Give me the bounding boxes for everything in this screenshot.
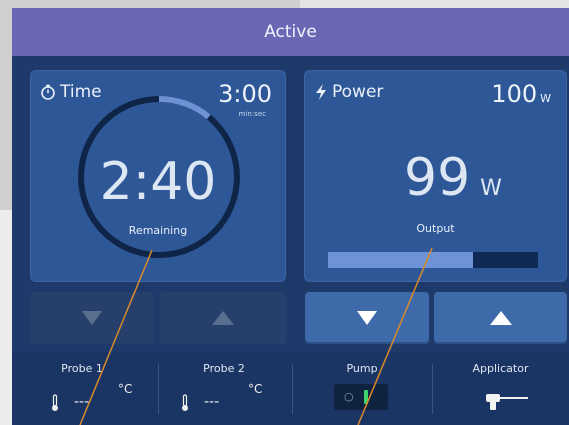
time-increase-button[interactable] [160,292,286,344]
pump-on-indicator [364,390,368,404]
probe2-value: --- [204,394,220,410]
applicator-icon [486,394,528,410]
power-decrease-button[interactable] [305,292,429,344]
pump-label: Pump [346,362,378,375]
power-output-label: Output [416,222,455,235]
probe2-unit: °C [248,382,263,396]
pump-off-indicator: ○ [344,390,354,403]
power-output-number: 99 [404,148,471,208]
applicator-section: Applicator [432,352,569,425]
power-set-value: 100 W [491,80,551,108]
power-output-bar-fill [328,252,473,268]
power-set-unit: W [540,92,551,105]
probe1-label: Probe 1 [61,362,103,375]
time-card[interactable]: Time 3:00 min:sec 2:40 Remaining [30,70,286,282]
pump-section: Pump ○ [292,352,432,425]
power-output-value: 99 W [404,148,502,208]
stopwatch-icon [41,84,55,100]
power-card-title: Power [314,82,383,102]
power-set-number: 100 [491,80,538,108]
status-footer: Probe 1 --- °C Probe 2 --- °C Pump ○ App… [12,352,569,425]
probe1-unit: °C [118,382,133,396]
lightning-icon [316,84,326,100]
power-output-unit: W [480,176,502,201]
power-output-bar [328,252,538,268]
device-screen: Active Time 3:00 min:sec 2:40 Remaining … [12,8,569,425]
power-increase-button[interactable] [434,292,567,344]
status-title: Active [264,22,317,42]
power-card[interactable]: Power 100 W 99 W Output [304,70,567,282]
status-header: Active [12,8,569,56]
arrow-up-icon [212,311,234,325]
time-remaining-value: 2:40 [99,152,217,212]
time-remaining-label: Remaining [128,224,188,237]
arrow-up-icon [489,311,512,325]
probe2-label: Probe 2 [203,362,245,375]
power-title-label: Power [332,82,384,102]
thermometer-icon [52,394,58,411]
arrow-down-icon [357,311,377,325]
probe2-section: Probe 2 --- °C [158,352,290,425]
probe1-section: Probe 1 --- °C [12,352,152,425]
time-decrease-button[interactable] [30,292,154,344]
arrow-down-icon [82,311,102,325]
applicator-label: Applicator [472,362,529,375]
pump-toggle[interactable]: ○ [334,384,388,410]
thermometer-icon [182,394,188,411]
probe1-value: --- [74,394,90,410]
